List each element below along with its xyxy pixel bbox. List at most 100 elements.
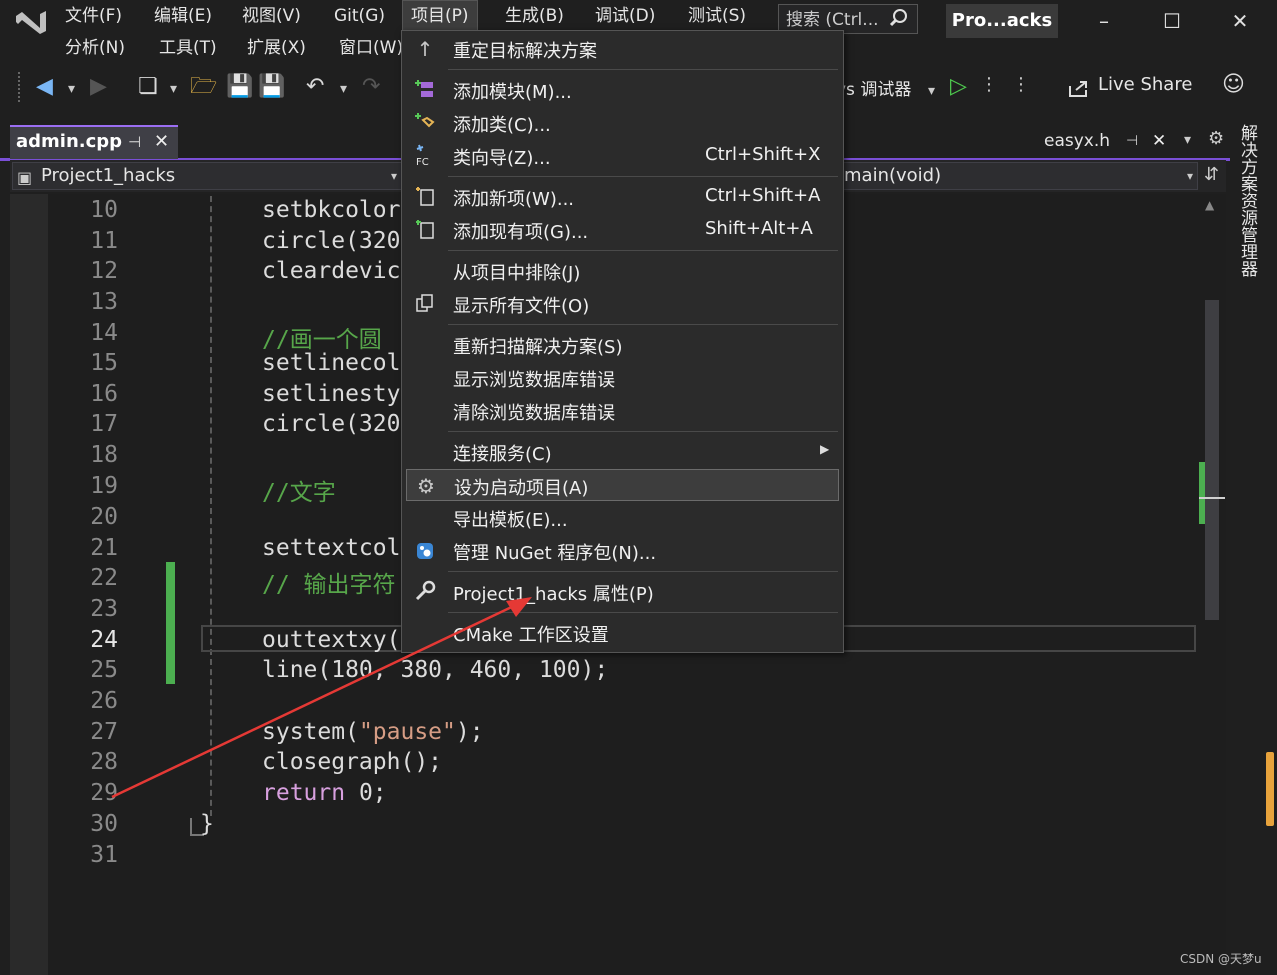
code-line[interactable]: circle(320 bbox=[262, 411, 400, 437]
live-share-button[interactable]: Live Share bbox=[1098, 74, 1192, 95]
menu-debug[interactable]: 调试(D) bbox=[587, 0, 663, 32]
menu-edit[interactable]: 编辑(E) bbox=[146, 0, 220, 32]
menu-item-show-all-files[interactable]: 显示所有文件(O) bbox=[406, 288, 839, 320]
pin-icon[interactable]: ⊣ bbox=[128, 133, 141, 151]
menu-item-class-wizard[interactable]: FC 类向导(Z)... Ctrl+Shift+X bbox=[406, 140, 839, 172]
gear-icon: ⚙ bbox=[417, 474, 435, 498]
menu-separator bbox=[448, 250, 838, 251]
new-dropdown-icon[interactable]: ▾ bbox=[170, 74, 177, 104]
menu-item-label: 从项目中排除(J) bbox=[453, 263, 581, 284]
save-icon[interactable]: 💾 bbox=[226, 72, 253, 102]
split-view-icon[interactable]: ⇵ bbox=[1204, 164, 1219, 185]
menu-window[interactable]: 窗口(W) bbox=[331, 32, 411, 64]
menu-analyze[interactable]: 分析(N) bbox=[57, 32, 133, 64]
menu-project[interactable]: 项目(P) bbox=[402, 0, 478, 33]
line-number: 31 bbox=[90, 842, 118, 868]
open-folder-icon[interactable]: 🗁 bbox=[190, 72, 217, 102]
line-number: 28 bbox=[90, 749, 118, 775]
code-comment[interactable]: //文字 bbox=[262, 473, 336, 507]
line-number: 10 bbox=[90, 197, 118, 223]
code-token: 0; bbox=[345, 780, 387, 806]
undo-icon[interactable]: ↶ bbox=[306, 72, 324, 102]
menu-item-exclude-from-project[interactable]: 从项目中排除(J) bbox=[406, 255, 839, 287]
toolbar-grip[interactable] bbox=[18, 72, 26, 102]
code-comment[interactable]: // 输出字符 bbox=[262, 565, 396, 599]
menu-item-project-properties[interactable]: Project1_hacks 属性(P) bbox=[406, 576, 839, 608]
menu-item-add-existing-item[interactable]: 添加现有项(G)... Shift+Alt+A bbox=[406, 214, 839, 246]
minimize-icon[interactable]: – bbox=[1084, 6, 1124, 36]
step-icon[interactable]: ⋮ bbox=[980, 70, 998, 100]
tab-overflow-icon[interactable]: ▾ bbox=[1184, 132, 1191, 148]
menu-item-add-new-item[interactable]: 添加新项(W)... Ctrl+Shift+A bbox=[406, 181, 839, 213]
code-line[interactable]: cleardevic bbox=[262, 258, 400, 284]
menu-item-label: 添加类(C)... bbox=[453, 115, 551, 136]
line-number: 27 bbox=[90, 719, 118, 745]
code-keyword: return bbox=[262, 780, 346, 806]
menu-item-label: 显示浏览数据库错误 bbox=[453, 370, 615, 391]
project-scope-dropdown[interactable]: ▣ Project1_hacks ▾ bbox=[12, 162, 402, 190]
maximize-icon[interactable]: ☐ bbox=[1152, 6, 1192, 36]
code-line[interactable]: setbkcolor bbox=[262, 197, 400, 223]
line-number: 22 bbox=[90, 565, 118, 591]
pin-icon[interactable]: ⊣ bbox=[1126, 126, 1138, 156]
debugger-target[interactable]: vs 调试器 bbox=[836, 75, 911, 100]
menu-tools[interactable]: 工具(T) bbox=[151, 32, 225, 64]
solution-explorer-tab[interactable]: 解决方案资源管理器 bbox=[1237, 124, 1260, 277]
menu-item-cmake-workspace-settings[interactable]: CMake 工作区设置 bbox=[406, 617, 839, 649]
close-tab-icon[interactable]: ✕ bbox=[154, 131, 169, 152]
scrollbar-thumb[interactable] bbox=[1205, 300, 1219, 620]
menu-item-export-template[interactable]: 导出模板(E)... bbox=[406, 502, 839, 534]
line-number: 30 bbox=[90, 811, 118, 837]
scroll-up-icon[interactable]: ▲ bbox=[1205, 198, 1214, 212]
menu-test[interactable]: 测试(S) bbox=[680, 0, 754, 32]
menu-git[interactable]: Git(G) bbox=[326, 0, 393, 32]
settings-icon[interactable]: ⚙ bbox=[1208, 128, 1224, 149]
function-dropdown[interactable]: main(void) ▾ bbox=[843, 162, 1198, 190]
menu-item-add-module[interactable]: 添加模块(M)... bbox=[406, 74, 839, 106]
menu-item-manage-nuget[interactable]: 管理 NuGet 程序包(N)... bbox=[406, 535, 839, 567]
search-icon bbox=[889, 5, 909, 33]
solution-name-badge[interactable]: Pro...acks bbox=[946, 4, 1058, 38]
code-line[interactable]: circle(320 bbox=[262, 228, 400, 254]
tab-label: admin.cpp bbox=[16, 131, 123, 152]
menu-item-show-browse-db-errors[interactable]: 显示浏览数据库错误 bbox=[406, 362, 839, 394]
code-line[interactable]: settextcol bbox=[262, 535, 400, 561]
menu-item-retarget-solution[interactable]: ↑ 重定目标解决方案 bbox=[406, 33, 839, 65]
back-icon[interactable]: ◀ bbox=[36, 72, 53, 102]
code-line[interactable]: setlinecol bbox=[262, 350, 400, 376]
back-dropdown-icon[interactable]: ▾ bbox=[68, 74, 75, 104]
code-line[interactable]: return 0; bbox=[262, 780, 387, 806]
live-share-icon[interactable] bbox=[1068, 78, 1090, 102]
menu-item-rescan-solution[interactable]: 重新扫描解决方案(S) bbox=[406, 329, 839, 361]
menu-item-set-startup-project[interactable]: ⚙ 设为启动项目(A) bbox=[406, 469, 839, 501]
menu-separator bbox=[448, 69, 838, 70]
menu-item-clear-browse-db-errors[interactable]: 清除浏览数据库错误 bbox=[406, 395, 839, 427]
menu-view[interactable]: 视图(V) bbox=[234, 0, 309, 32]
code-line[interactable]: outtextxy( bbox=[262, 627, 400, 653]
menu-build[interactable]: 生成(B) bbox=[497, 0, 572, 32]
step-over-icon[interactable]: ⋮ bbox=[1012, 70, 1030, 100]
menu-extensions[interactable]: 扩展(X) bbox=[239, 32, 314, 64]
code-line[interactable]: closegraph(); bbox=[262, 749, 442, 775]
vs-logo-icon[interactable] bbox=[14, 6, 48, 36]
code-line[interactable]: setlinesty bbox=[262, 381, 400, 407]
new-project-icon[interactable]: ❏ bbox=[138, 72, 158, 102]
menu-file[interactable]: 文件(F) bbox=[57, 0, 130, 32]
code-comment[interactable]: //画一个圆 bbox=[262, 320, 382, 354]
chevron-down-icon: ▾ bbox=[390, 169, 397, 183]
save-all-icon[interactable]: 💾 bbox=[258, 72, 285, 102]
debugger-dropdown-icon[interactable]: ▾ bbox=[928, 76, 935, 106]
wrench-icon bbox=[412, 579, 438, 605]
close-tab-icon[interactable]: ✕ bbox=[1152, 126, 1166, 156]
menu-item-connected-services[interactable]: 连接服务(C) ▶ bbox=[406, 436, 839, 468]
tab-admin-cpp[interactable]: admin.cpp ⊣ ✕ bbox=[10, 125, 178, 159]
run-icon[interactable]: ▷ bbox=[950, 72, 967, 102]
undo-dropdown-icon[interactable]: ▾ bbox=[340, 74, 347, 104]
tab-easyx-h[interactable]: easyx.h ⊣ ✕ bbox=[1044, 126, 1174, 156]
code-line[interactable]: system("pause"); bbox=[262, 719, 484, 745]
menu-item-add-class[interactable]: 添加类(C)... bbox=[406, 107, 839, 139]
close-window-icon[interactable]: ✕ bbox=[1220, 6, 1260, 36]
feedback-icon[interactable]: ☺ bbox=[1222, 70, 1245, 100]
code-line[interactable]: line(180, 380, 460, 100); bbox=[262, 657, 608, 683]
code-line[interactable]: } bbox=[200, 811, 214, 837]
